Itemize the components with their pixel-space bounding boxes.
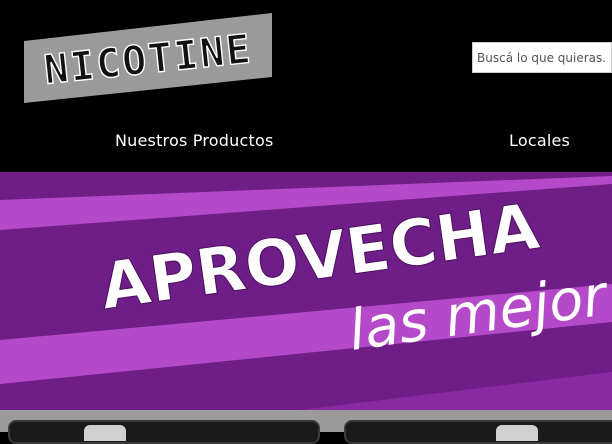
search-box[interactable] bbox=[472, 42, 612, 73]
nicotine-logo[interactable]: NICOTINE bbox=[24, 13, 272, 103]
site-header: NICOTINE Nuestros Productos Locales bbox=[0, 0, 612, 172]
product-image bbox=[496, 425, 538, 441]
product-card[interactable] bbox=[344, 420, 612, 444]
promo-banner-graphic: APROVECHA las mejor bbox=[0, 172, 612, 410]
search-input[interactable] bbox=[473, 43, 611, 72]
product-card[interactable] bbox=[8, 420, 320, 444]
nav-link-products[interactable]: Nuestros Productos bbox=[115, 131, 273, 150]
product-image bbox=[84, 425, 126, 441]
nav-link-locales[interactable]: Locales bbox=[509, 131, 570, 150]
promo-banner[interactable]: APROVECHA las mejor bbox=[0, 172, 612, 410]
